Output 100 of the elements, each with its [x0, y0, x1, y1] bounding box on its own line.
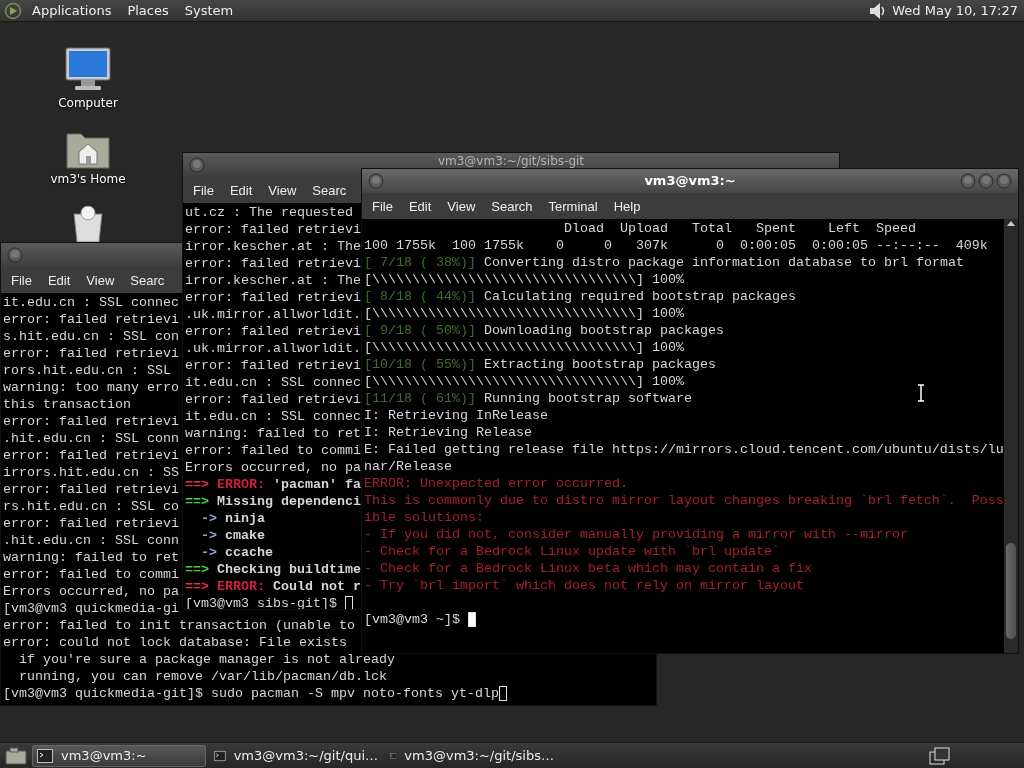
- menu-item[interactable]: Searc: [304, 182, 355, 198]
- terminal-line: E: Failed getting release file https://mirrors.cloud.tencent.com/ubuntu/dists/lu: [364, 441, 1004, 458]
- terminal-line: -> cmake: [200, 527, 265, 544]
- terminal-line: irror.kescher.at : The: [185, 238, 361, 255]
- terminal-line: error: failed retrievi: [3, 345, 179, 362]
- terminal-line: [11/18 ( 61%)] Running bootstrap software: [364, 390, 692, 407]
- scroll-up-arrow-icon[interactable]: [1006, 219, 1016, 227]
- workspace-switcher-icon[interactable]: [928, 745, 952, 766]
- terminal-line: [\\\\\\\\\\\\\\\\\\\\\\\\\\\\\\\\\] 100%: [364, 339, 684, 356]
- menu-item[interactable]: File: [3, 272, 40, 288]
- terminal-line: warning: failed to ret: [185, 425, 361, 442]
- terminal-line: error: failed to commi: [185, 442, 361, 459]
- menu-item[interactable]: File: [364, 198, 401, 214]
- terminal-line: ==> ERROR: 'pacman' fa: [185, 476, 361, 493]
- terminal-line: -> ccache: [200, 544, 273, 561]
- menu-item[interactable]: View: [78, 272, 123, 288]
- terminal-line: ut.cz : The requested: [185, 204, 353, 221]
- terminal-line: this transaction: [3, 396, 131, 413]
- terminal-line: Dload Upload Total Spent Left Speed: [562, 220, 916, 237]
- terminal-line: [\\\\\\\\\\\\\\\\\\\\\\\\\\\\\\\\\] 100%: [364, 305, 684, 322]
- window-menu-icon[interactable]: [7, 247, 23, 263]
- terminal-line: error: failed retrievi: [185, 255, 361, 272]
- terminal-line: I: Retrieving Release: [364, 424, 532, 441]
- terminal-line: error: failed to commi: [3, 566, 179, 583]
- terminal-line: .uk.mirror.allworldit.: [185, 340, 361, 357]
- clock[interactable]: Wed May 10, 17:27: [892, 3, 1020, 18]
- window-menu-icon[interactable]: [368, 173, 384, 189]
- terminal-line: error: failed retrievi: [3, 515, 179, 532]
- terminal-line: - If you did not, consider manually providing a mirror with --mirror: [364, 526, 908, 543]
- terminal-prompt: [vm3@vm3 quickmedia-git]$ sudo pacman -S mpv noto-fonts yt-dlp: [3, 685, 499, 702]
- window-title: vm3@vm3:~: [644, 173, 736, 188]
- terminal-line: Errors occurred, no pa: [3, 583, 179, 600]
- taskbar-button[interactable]: vm3@vm3:~/git/qui…: [210, 745, 382, 766]
- terminal-line: rors.hit.edu.cn : SSL: [3, 362, 171, 379]
- terminal-line: Errors occurred, no pa: [185, 459, 361, 476]
- window-title: vm3@vm3:~/git/sibs-git: [437, 154, 585, 168]
- scrollbar[interactable]: [1004, 219, 1018, 653]
- desktop-icon-label[interactable]: vm3's Home: [50, 172, 126, 186]
- terminal-line: - Check for a Bedrock Linux beta which may contain a fix: [364, 560, 812, 577]
- menu-item[interactable]: Help: [605, 198, 649, 214]
- terminal-prompt: [vm3@vm3 sibs-git]$: [185, 595, 338, 609]
- menu-item[interactable]: View: [439, 198, 484, 214]
- terminal-line: error: failed retrievi: [185, 221, 361, 238]
- terminal-line: error: failed retrievi: [185, 289, 361, 306]
- terminal-line: rs.hit.edu.cn : SSL co: [3, 498, 179, 515]
- terminal-line: .hit.edu.cn : SSL conn: [3, 532, 179, 549]
- terminal-icon: [214, 748, 226, 763]
- terminal-line: ==> Checking buildtime: [185, 561, 361, 578]
- terminal-line: s.hit.edu.cn : SSL con: [3, 328, 179, 345]
- menu-item[interactable]: Edit: [400, 198, 440, 214]
- terminal-line: warning: failed to ret: [3, 549, 179, 566]
- terminal-line: - Check for a Bedrock Linux update with `brl update`: [364, 543, 780, 560]
- menu-item[interactable]: View: [260, 182, 305, 198]
- terminal-line: [\\\\\\\\\\\\\\\\\\\\\\\\\\\\\\\\\] 100%: [364, 373, 684, 390]
- terminal-line: [10/18 ( 55%)] Extracting bootstrap packages: [364, 356, 716, 373]
- terminal-line: [\\\\\\\\\\\\\\\\\\\\\\\\\\\\\\\\\] 100%: [364, 271, 684, 288]
- terminal-line: warning: too many erro: [3, 379, 179, 396]
- show-desktop-icon[interactable]: [4, 745, 28, 766]
- scrollbar-thumb[interactable]: [1006, 543, 1016, 639]
- terminal-line: error: failed retrievi: [185, 323, 361, 340]
- terminal-line: - Try `brl import` which does not rely on mirror layout: [364, 577, 804, 594]
- distro-logo-icon[interactable]: [4, 1, 22, 20]
- menu-item[interactable]: Edit: [221, 182, 261, 198]
- terminal-line: ==> ERROR: Could not r: [185, 578, 361, 595]
- terminal-line: error: failed retrievi: [3, 447, 179, 464]
- terminal-line: 100 1755k 100 1755k 0 0 307k 0 0:00:05 0:00:05 --:--:-- 409k: [364, 237, 988, 254]
- terminal-line: nar/Release: [364, 458, 452, 475]
- window-menu-icon[interactable]: [189, 157, 205, 173]
- terminal-line: [ 7/18 ( 38%)] Converting distro package information database to brl format: [364, 254, 964, 271]
- menu-item[interactable]: Edit: [39, 272, 79, 288]
- terminal-line: it.edu.cn : SSL connec: [185, 408, 361, 425]
- panel-menu[interactable]: System: [178, 3, 240, 18]
- terminal-line: error: failed retrievi: [3, 311, 179, 328]
- menu-item[interactable]: File: [185, 182, 222, 198]
- terminal-line: ==> Missing dependenci: [185, 493, 361, 510]
- terminal-line: it.edu.cn : SSL connec: [185, 374, 361, 391]
- terminal-icon: [37, 748, 53, 763]
- terminal-line: irror.kescher.at : The: [185, 272, 361, 289]
- taskbar-button[interactable]: vm3@vm3:~/git/sibs…: [386, 745, 558, 766]
- ibeam-pointer-icon: [917, 384, 925, 402]
- terminal-line: error: failed retrievi: [185, 391, 361, 408]
- terminal-line: .uk.mirror.allworldit.: [185, 306, 361, 323]
- terminal-prompt: [vm3@vm3 ~]$: [364, 611, 461, 628]
- terminal-line: error: failed retrievi: [3, 481, 179, 498]
- terminal-line: -> ninja: [200, 510, 265, 527]
- terminal-line: ible solutions:: [364, 509, 484, 526]
- panel-menu[interactable]: Places: [121, 3, 175, 18]
- terminal-line: .hit.edu.cn : SSL conn: [3, 430, 179, 447]
- menu-item[interactable]: Terminal: [540, 198, 606, 214]
- menu-item[interactable]: Searc: [122, 272, 173, 288]
- panel-menu[interactable]: Applications: [26, 3, 118, 18]
- terminal-line: ERROR: Unexpected error occurred.: [364, 475, 628, 492]
- terminal-line: This is commonly due to distro mirror layout changes breaking `brl fetch`. Poss: [364, 492, 1004, 509]
- taskbar-button[interactable]: vm3@vm3:~: [32, 744, 206, 767]
- menu-item[interactable]: Search: [483, 198, 541, 214]
- desktop-icon-label[interactable]: Computer: [58, 96, 118, 110]
- terminal-line: it.edu.cn : SSL connec: [3, 294, 179, 311]
- terminal-line: if you're sure a package manager is not already: [18, 651, 395, 668]
- terminal-line: error: failed retrievi: [3, 413, 179, 430]
- terminal-line: irrors.hit.edu.cn : SS: [3, 464, 179, 481]
